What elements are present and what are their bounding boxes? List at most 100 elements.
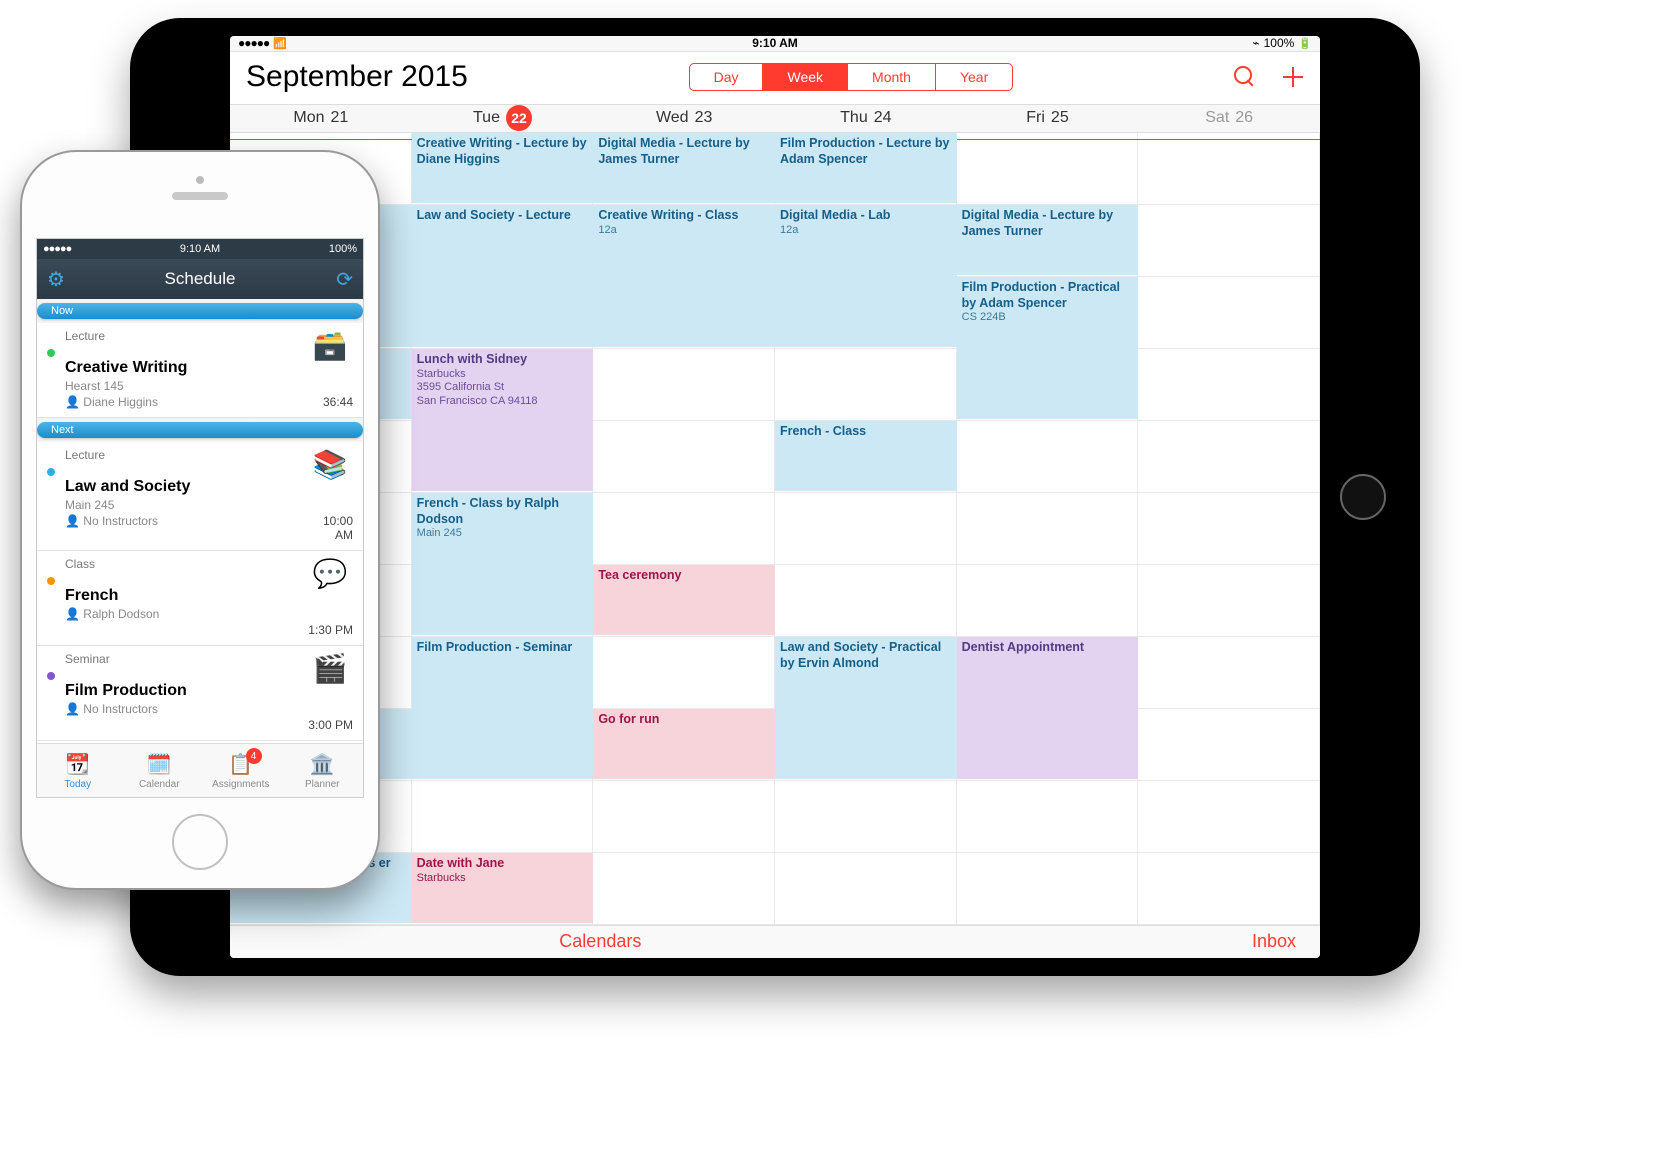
calendar-event[interactable]: Dentist Appointment <box>957 637 1139 779</box>
iphone-speaker <box>172 192 228 200</box>
calendar-event[interactable]: Digital Media - Lecture by James Turner <box>957 205 1139 275</box>
day-of-week-row: Mon 21 Tue 22 Wed 23 Thu 24 Fri 25 Sat 2… <box>230 104 1320 133</box>
ipad-toolbar: Calendars Inbox <box>230 925 1320 958</box>
item-icon: 🗃️ <box>307 329 353 393</box>
event-title: Date with Jane <box>417 856 589 872</box>
event-subtitle: 12a <box>598 224 770 238</box>
calendar-event[interactable]: Law and Society - Lecture <box>412 205 594 347</box>
tab-planner[interactable]: 🏛️ Planner <box>282 744 364 797</box>
event-subtitle: Starbucks <box>417 872 589 886</box>
next-badge: Next <box>37 422 363 438</box>
schedule-item[interactable]: Seminar🎬Film Production👤 No Instructors3… <box>37 646 363 741</box>
event-title: Film Production - Lecture by Adam Spence… <box>780 136 952 167</box>
color-dot <box>47 349 55 357</box>
dow-mon[interactable]: Mon 21 <box>230 105 412 132</box>
battery-icon <box>1298 36 1312 50</box>
calendar-event[interactable]: French - Class <box>775 421 957 491</box>
status-time: 9:10 AM <box>752 36 798 50</box>
schedule-list[interactable]: Now Lecture🗃️Creative WritingHearst 145👤… <box>37 299 363 743</box>
status-time: 9:10 AM <box>180 243 220 255</box>
item-type: Lecture <box>65 329 301 357</box>
calendar-event[interactable]: Law and Society - Practical by Ervin Alm… <box>775 637 957 779</box>
item-room: Main 245 <box>65 498 301 512</box>
refresh-icon[interactable]: ⟳ <box>336 267 353 292</box>
inbox-button[interactable]: Inbox <box>1252 931 1296 952</box>
event-title: French - Class by Ralph Dodson <box>417 496 589 527</box>
calendar-event[interactable]: Film Production - Practical by Adam Spen… <box>957 277 1139 419</box>
calendar-event[interactable]: Digital Media - Lecture by James Turner <box>593 133 775 203</box>
bluetooth-icon: ⌁ <box>1252 36 1259 50</box>
add-event-icon[interactable] <box>1282 66 1304 88</box>
event-title: Digital Media - Lab <box>780 208 952 224</box>
tab-assignments[interactable]: 📋 4 Assignments <box>200 744 282 797</box>
item-icon: 📚 <box>307 448 353 512</box>
calendar-header: September 2015 Day Week Month Year <box>230 52 1320 104</box>
signal-icon: ●●●●● <box>43 243 180 255</box>
item-time: 3:00 PM <box>307 718 353 732</box>
calendars-button[interactable]: Calendars <box>559 931 641 952</box>
calendar-event[interactable]: Go for run <box>593 709 775 779</box>
calendar-event[interactable]: Film Production - Lecture by Adam Spence… <box>775 133 957 203</box>
item-type: Class <box>65 557 301 585</box>
dow-wed[interactable]: Wed 23 <box>593 105 775 132</box>
event-subtitle: CS 224B <box>962 311 1134 325</box>
iphone-home-button[interactable] <box>172 814 228 870</box>
event-title: Law and Society - Practical by Ervin Alm… <box>780 640 952 671</box>
iphone-status-bar: ●●●●● 9:10 AM 100% <box>37 239 363 259</box>
calendar-event[interactable]: Creative Writing - Class12a <box>593 205 775 347</box>
color-dot <box>47 468 55 476</box>
event-subtitle: Main 245 <box>417 527 589 541</box>
schedule-item[interactable]: Lecture📚Law and SocietyMain 245👤 No Inst… <box>37 442 363 551</box>
battery-pct: 100% <box>1264 36 1295 50</box>
calendar-event[interactable]: Lunch with SidneyStarbucks 3595 Californ… <box>412 349 594 491</box>
dow-tue[interactable]: Tue 22 <box>412 105 594 132</box>
month-label: September 2015 <box>246 60 468 94</box>
item-instructor: 👤 Diane Higgins <box>65 395 301 409</box>
seg-month[interactable]: Month <box>847 64 935 90</box>
tab-today-label: Today <box>64 779 91 790</box>
wifi-icon <box>273 36 287 50</box>
schedule-item[interactable]: Class💬French👤 Ralph Dodson1:30 PM <box>37 551 363 646</box>
calendar-event[interactable]: Creative Writing - Lecture by Diane Higg… <box>412 133 594 203</box>
event-title: Creative Writing - Lecture by Diane Higg… <box>417 136 589 167</box>
week-grid[interactable]: Creative Writing - Lecture by Diane Higg… <box>230 133 1320 925</box>
calendar-event[interactable]: Film Production - Seminar <box>412 637 594 779</box>
tab-calendar[interactable]: 🗓️ Calendar <box>119 744 201 797</box>
schedule-item[interactable]: Lecture🗃️Creative WritingHearst 145👤 Dia… <box>37 323 363 418</box>
dow-sat[interactable]: Sat 26 <box>1138 105 1320 132</box>
calendar-event[interactable]: Tea ceremony <box>593 565 775 635</box>
calendar-event[interactable]: Date with JaneStarbucks <box>412 853 594 923</box>
view-segmented-control[interactable]: Day Week Month Year <box>689 63 1014 91</box>
today-icon: 📆 <box>65 751 91 777</box>
event-title: Digital Media - Lecture by James Turner <box>962 208 1134 239</box>
dow-fri[interactable]: Fri 25 <box>957 105 1139 132</box>
item-type: Seminar <box>65 652 301 680</box>
item-title: Law and Society <box>65 478 301 496</box>
event-title: Lunch with Sidney <box>417 352 589 368</box>
event-title: Creative Writing - Class <box>598 208 770 224</box>
event-title: Film Production - Practical by Adam Spen… <box>962 280 1134 311</box>
ipad-home-button[interactable] <box>1340 474 1386 520</box>
iphone-camera-dot <box>196 176 204 184</box>
event-title: Dentist Appointment <box>962 640 1134 656</box>
seg-week[interactable]: Week <box>762 64 847 90</box>
event-title: French - Class <box>780 424 952 440</box>
item-icon: 💬 <box>307 557 353 621</box>
calendar-event[interactable]: French - Class by Ralph DodsonMain 245 <box>412 493 594 635</box>
settings-icon[interactable]: ⚙ <box>47 267 65 292</box>
tab-today[interactable]: 📆 Today <box>37 744 119 797</box>
event-subtitle: Starbucks 3595 California St San Francis… <box>417 368 589 409</box>
seg-day[interactable]: Day <box>690 64 763 90</box>
event-title: Law and Society - Lecture <box>417 208 589 224</box>
item-type: Lecture <box>65 448 301 476</box>
battery-pct: 100% <box>220 243 357 255</box>
item-title: Creative Writing <box>65 359 301 377</box>
planner-icon: 🏛️ <box>309 751 335 777</box>
calendar-event[interactable]: Digital Media - Lab12a <box>775 205 957 347</box>
search-icon[interactable] <box>1234 66 1256 88</box>
year-value: 2015 <box>401 60 468 93</box>
seg-year[interactable]: Year <box>935 64 1012 90</box>
item-title: Film Production <box>65 682 301 700</box>
item-icon: 🎬 <box>307 652 353 716</box>
dow-thu[interactable]: Thu 24 <box>775 105 957 132</box>
